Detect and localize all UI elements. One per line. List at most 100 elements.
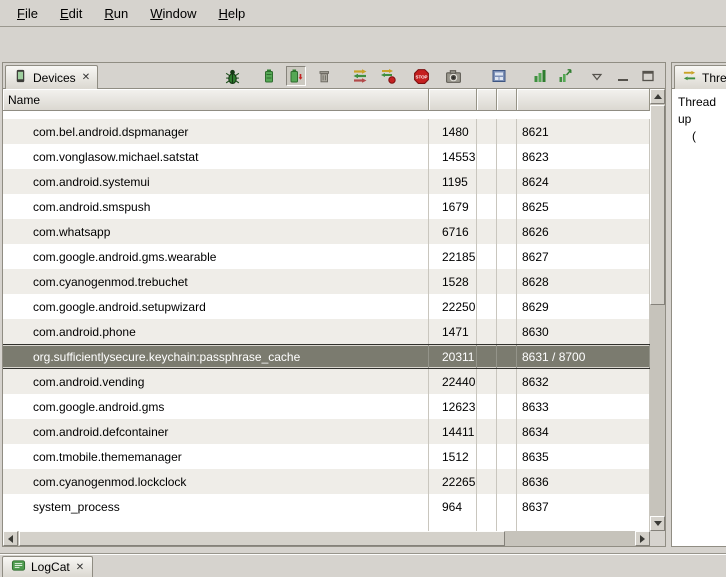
screen-capture-icon[interactable] bbox=[443, 66, 463, 86]
threads-content: Thread up ( bbox=[672, 89, 726, 546]
vertical-scrollbar[interactable] bbox=[650, 89, 665, 531]
tab-logcat-label: LogCat bbox=[31, 560, 70, 574]
cell-port: 8627 bbox=[517, 244, 650, 269]
cell-port: 8630 bbox=[517, 319, 650, 344]
horizontal-scrollbar[interactable] bbox=[3, 531, 650, 546]
menu-window[interactable]: Window bbox=[139, 0, 207, 26]
close-icon[interactable]: ✕ bbox=[81, 72, 90, 83]
start-method-profiling-icon[interactable] bbox=[378, 66, 398, 86]
table-row[interactable]: com.cyanogenmod.trebuchet15288628 bbox=[3, 269, 650, 294]
view-menu-icon[interactable] bbox=[587, 66, 607, 86]
cell-pid: 22265 bbox=[429, 469, 477, 494]
system-bars-trend-icon[interactable] bbox=[555, 66, 575, 86]
stop-process-icon[interactable]: STOP bbox=[411, 66, 431, 86]
minimize-icon[interactable] bbox=[613, 66, 633, 86]
table-row[interactable]: com.android.phone14718630 bbox=[3, 319, 650, 344]
cell-e1 bbox=[477, 369, 497, 394]
table-row[interactable]: com.vonglasow.michael.satstat145538623 bbox=[3, 144, 650, 169]
dump-hprof-icon[interactable] bbox=[286, 66, 306, 86]
cell-e2 bbox=[497, 194, 517, 219]
logcat-icon bbox=[11, 558, 26, 576]
svg-text:STOP: STOP bbox=[415, 74, 427, 79]
scroll-down-button[interactable] bbox=[650, 516, 665, 531]
header-empty-2[interactable] bbox=[497, 89, 517, 111]
cell-pid bbox=[429, 519, 477, 531]
dump-view-hierarchy-icon[interactable] bbox=[489, 66, 509, 86]
table-header: Name bbox=[3, 89, 650, 111]
cell-pid: 964 bbox=[429, 494, 477, 519]
cell-e1 bbox=[477, 244, 497, 269]
table-row[interactable]: org.sufficientlysecure.keychain:passphra… bbox=[3, 344, 650, 369]
cell-port: 8626 bbox=[517, 219, 650, 244]
main-area: Devices ✕ STOP bbox=[0, 62, 726, 547]
menu-help[interactable]: Help bbox=[207, 0, 256, 26]
cell-e1 bbox=[477, 494, 497, 519]
debug-process-icon[interactable] bbox=[222, 66, 242, 86]
table-row[interactable]: com.whatsapp6716 8626 bbox=[3, 219, 650, 244]
cell-e2 bbox=[497, 169, 517, 194]
close-icon[interactable]: ✕ bbox=[75, 562, 84, 573]
cell-pid: 14553 bbox=[429, 144, 477, 169]
cell-pid: 6716 bbox=[429, 219, 477, 244]
table-filler bbox=[3, 519, 650, 531]
threads-icon bbox=[682, 69, 697, 87]
cell-port: 8629 bbox=[517, 294, 650, 319]
horizontal-scroll-thumb[interactable] bbox=[19, 531, 505, 546]
header-pid[interactable] bbox=[429, 89, 477, 111]
table-row[interactable]: com.android.vending224408632 bbox=[3, 369, 650, 394]
system-bars-icon[interactable] bbox=[530, 66, 550, 86]
cell-e1 bbox=[477, 144, 497, 169]
cell-pid: 22250 bbox=[429, 294, 477, 319]
table-row[interactable]: com.google.android.gms.wearable221858627 bbox=[3, 244, 650, 269]
table-row[interactable]: com.google.android.gms126238633 bbox=[3, 394, 650, 419]
menubar: FileEditRunWindowHelp bbox=[0, 0, 726, 27]
table-row[interactable]: com.android.defcontainer144118634 bbox=[3, 419, 650, 444]
device-icon bbox=[13, 68, 28, 87]
maximize-icon[interactable] bbox=[638, 66, 658, 86]
table-row[interactable]: com.android.systemui11958624 bbox=[3, 169, 650, 194]
table-rows: com.bel.android.dspmanager14808621com.vo… bbox=[3, 111, 650, 531]
menu-edit[interactable]: Edit bbox=[49, 0, 93, 26]
header-port[interactable] bbox=[517, 89, 650, 111]
scroll-up-button[interactable] bbox=[650, 89, 665, 104]
table-row[interactable]: com.android.smspush16798625 bbox=[3, 194, 650, 219]
table-row[interactable]: com.cyanogenmod.lockclock222658636 bbox=[3, 469, 650, 494]
cell-pid: 1512 bbox=[429, 444, 477, 469]
cell-port: 8634 bbox=[517, 419, 650, 444]
tab-threads-label: Threads bbox=[702, 71, 726, 85]
cell-e1 bbox=[477, 519, 497, 531]
scroll-left-button[interactable] bbox=[3, 531, 18, 546]
tab-devices[interactable]: Devices ✕ bbox=[5, 65, 98, 89]
cell-e1 bbox=[477, 194, 497, 219]
cell-port: 8625 bbox=[517, 194, 650, 219]
header-name[interactable]: Name bbox=[3, 89, 429, 111]
cell-port: 8636 bbox=[517, 469, 650, 494]
cell-name: org.sufficientlysecure.keychain:passphra… bbox=[3, 345, 429, 368]
tab-logcat[interactable]: LogCat ✕ bbox=[2, 556, 93, 577]
cell-e2 bbox=[497, 419, 517, 444]
cell-name: com.vonglasow.michael.satstat bbox=[3, 144, 429, 169]
table-row[interactable]: com.tmobile.thememanager15128635 bbox=[3, 444, 650, 469]
cell-pid: 12623 bbox=[429, 394, 477, 419]
cell-e1 bbox=[477, 394, 497, 419]
table-row[interactable]: com.bel.android.dspmanager14808621 bbox=[3, 119, 650, 144]
tab-threads[interactable]: Threads bbox=[674, 65, 726, 89]
cell-name: com.whatsapp bbox=[3, 219, 429, 244]
menu-file[interactable]: File bbox=[6, 0, 49, 26]
header-empty-1[interactable] bbox=[477, 89, 497, 111]
table-row[interactable]: system_process9648637 bbox=[3, 494, 650, 519]
table-row[interactable]: com.google.android.setupwizard222508629 bbox=[3, 294, 650, 319]
update-threads-icon[interactable] bbox=[350, 66, 370, 86]
cell-e2 bbox=[497, 219, 517, 244]
update-heap-icon[interactable] bbox=[259, 66, 279, 86]
vertical-scroll-thumb[interactable] bbox=[650, 105, 665, 305]
cell-name: com.google.android.gms.wearable bbox=[3, 244, 429, 269]
cell-pid: 1471 bbox=[429, 319, 477, 344]
cell-e1 bbox=[477, 219, 497, 244]
scroll-right-button[interactable] bbox=[635, 531, 650, 546]
cause-gc-icon[interactable] bbox=[314, 66, 334, 86]
cell-port: 8637 bbox=[517, 494, 650, 519]
row-spacer bbox=[3, 111, 650, 119]
menu-run[interactable]: Run bbox=[93, 0, 139, 26]
cell-name: com.android.vending bbox=[3, 369, 429, 394]
